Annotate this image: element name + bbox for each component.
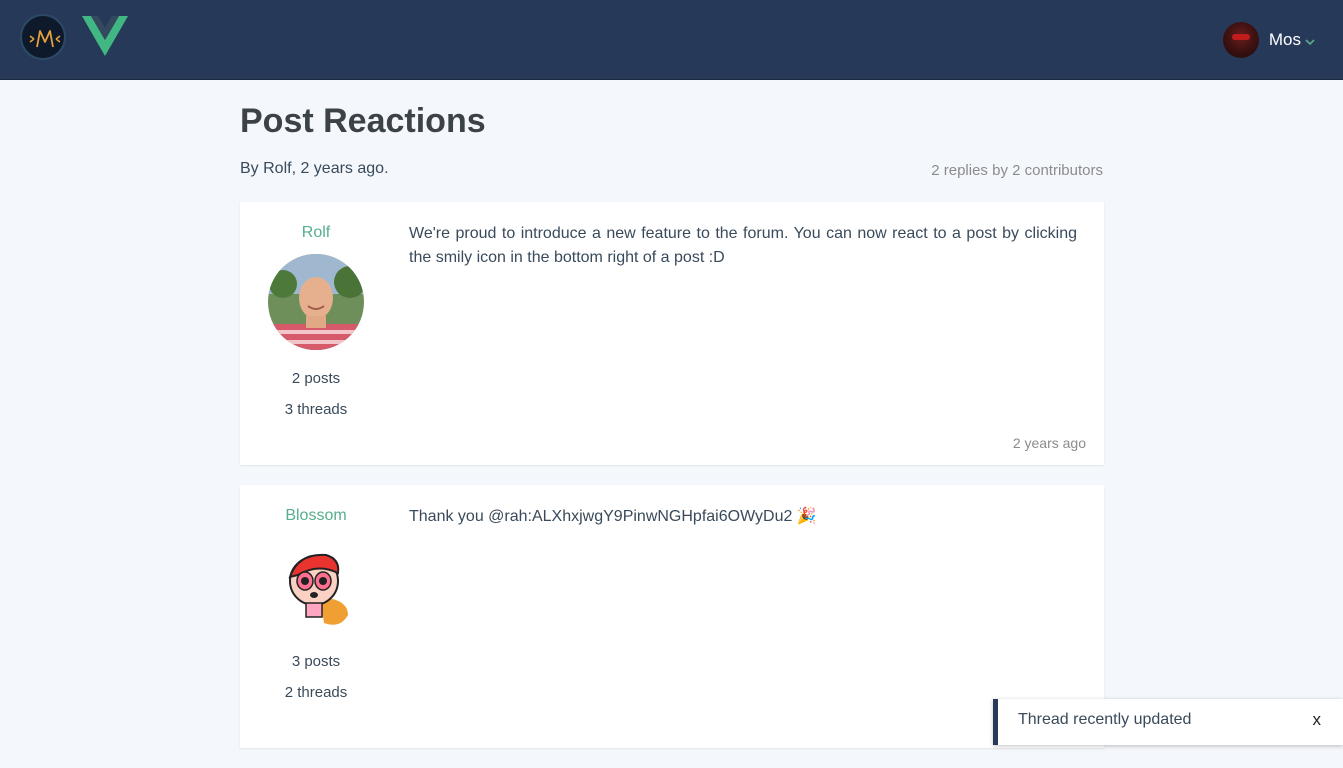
post-card: Rolf 2 posts 3 threads We're proud to in… bbox=[240, 202, 1104, 465]
user-avatar[interactable] bbox=[1222, 22, 1259, 58]
author-posts-count: 3 posts bbox=[291, 653, 341, 670]
site-logo[interactable] bbox=[20, 14, 66, 60]
chevron-down-icon[interactable] bbox=[1305, 38, 1315, 46]
author-threads-count: 3 threads bbox=[284, 401, 348, 418]
post-date: 2 years ago bbox=[1012, 435, 1086, 451]
author-posts-count: 2 posts bbox=[291, 370, 341, 387]
vue-logo-icon[interactable] bbox=[82, 16, 128, 56]
post-author: Rolf 2 posts 3 threads bbox=[240, 224, 392, 418]
page-title: Post Reactions bbox=[240, 102, 486, 140]
author-avatar-image bbox=[268, 254, 364, 350]
author-avatar-image bbox=[268, 537, 364, 633]
toast-close-button[interactable]: x bbox=[1313, 710, 1322, 730]
thread-byline: By Rolf, 2 years ago. bbox=[240, 160, 389, 177]
user-name[interactable]: Mos bbox=[1269, 30, 1301, 50]
avatar[interactable] bbox=[268, 537, 364, 633]
post-content: We're proud to introduce a new feature t… bbox=[409, 225, 1077, 266]
post-author: Blossom 3 posts 2 threads bbox=[240, 507, 392, 701]
avatar[interactable] bbox=[268, 254, 364, 350]
user-menu[interactable]: Mos bbox=[1222, 22, 1315, 58]
post-content: Thank you @rah:ALXhxjwgY9PinwNGHpfai6OWy… bbox=[409, 508, 817, 525]
thread-reply-stats: 2 replies by 2 contributors bbox=[931, 162, 1103, 179]
author-threads-count: 2 threads bbox=[284, 684, 348, 701]
toast-notification: Thread recently updated x bbox=[993, 699, 1343, 745]
post-card: Blossom 3 posts 2 threads Thank you @rah… bbox=[240, 485, 1104, 748]
navbar: Mos bbox=[0, 0, 1343, 80]
author-name-link[interactable]: Rolf bbox=[240, 224, 392, 242]
monogram-logo-icon bbox=[29, 30, 61, 48]
toast-message: Thread recently updated bbox=[1018, 711, 1192, 728]
author-name-link[interactable]: Blossom bbox=[240, 507, 392, 525]
